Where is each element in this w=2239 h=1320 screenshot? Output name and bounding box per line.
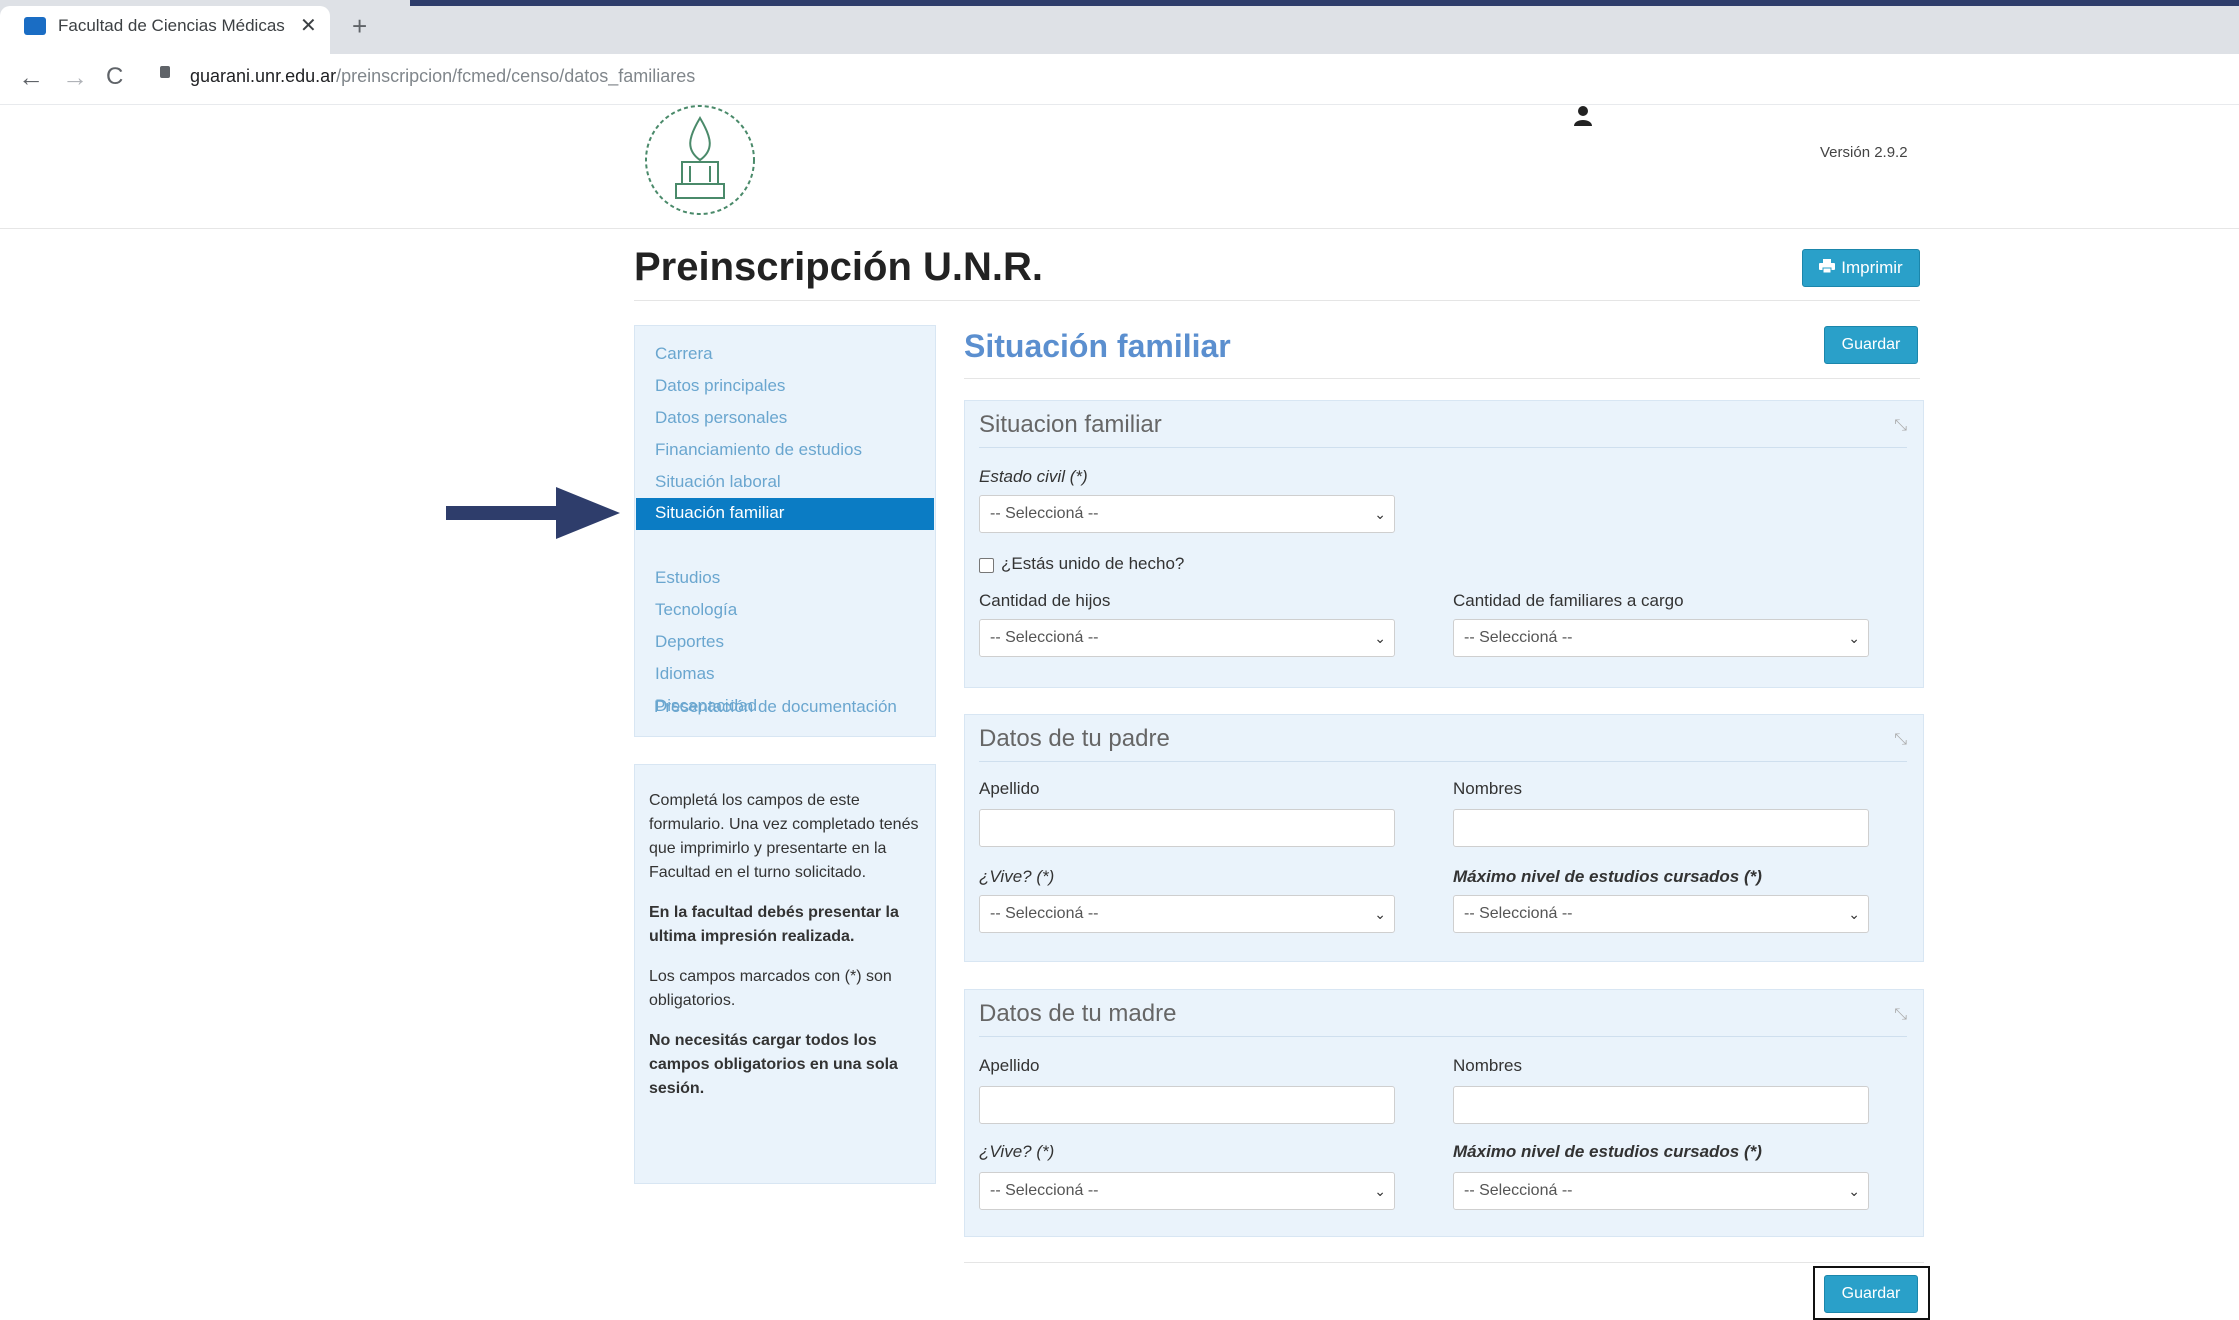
panel-datos-padre: Datos de tu padre ⤡ Apellido Nombres ¿Vi… <box>964 714 1924 962</box>
url-host: guarani.unr.edu.ar <box>190 66 337 86</box>
help-instructions: Completá los campos de este formulario. … <box>649 792 919 881</box>
cantidad-hijos-label: Cantidad de hijos <box>979 591 1111 610</box>
back-icon[interactable]: ← <box>18 62 44 93</box>
divider <box>979 447 1907 448</box>
window-accent-bar <box>410 0 2239 6</box>
estudios-padre-select[interactable]: -- Seleccioná -- ⌄ <box>1453 895 1869 933</box>
vive-padre-label: ¿Vive? (*) <box>979 867 1055 886</box>
sidebar-item-situacion-familiar[interactable]: Situación familiar <box>636 498 934 530</box>
chevron-down-icon: ⌄ <box>1848 906 1860 922</box>
user-icon[interactable] <box>1572 104 1594 128</box>
reload-icon[interactable]: C <box>106 63 123 91</box>
forward-icon[interactable]: → <box>62 62 88 93</box>
print-button[interactable]: Imprimir <box>1802 249 1920 287</box>
estudios-madre-select[interactable]: -- Seleccioná -- ⌄ <box>1453 1172 1869 1210</box>
chevron-down-icon: ⌄ <box>1374 1183 1386 1199</box>
divider <box>634 300 1920 301</box>
chevron-down-icon: ⌄ <box>1374 906 1386 922</box>
chevron-down-icon: ⌄ <box>1848 1183 1860 1199</box>
url-path: /preinscripcion/fcmed/censo/datos_famili… <box>336 66 696 86</box>
panel-title: Datos de tu madre <box>979 1000 1177 1027</box>
chevron-down-icon: ⌄ <box>1374 506 1386 522</box>
nombres-madre-input[interactable] <box>1453 1086 1869 1124</box>
union-de-hecho-label: ¿Estás unido de hecho? <box>1001 554 1185 573</box>
nombres-madre-label: Nombres <box>1453 1056 1522 1075</box>
select-value: -- Seleccioná -- <box>1464 1182 1573 1199</box>
sidebar-item-label: Situación familiar <box>655 503 785 522</box>
site-header <box>0 104 2239 229</box>
annotation-arrow-icon <box>556 487 620 539</box>
collapse-toggle-icon[interactable]: ⤡ <box>1894 417 1907 435</box>
sidebar-item-tecnologia[interactable]: Tecnología <box>655 600 737 620</box>
sidebar-item-carrera[interactable]: Carrera <box>655 344 713 364</box>
sidebar-item-deportes[interactable]: Deportes <box>655 632 724 652</box>
save-button-bottom[interactable]: Guardar <box>1824 1275 1918 1313</box>
select-value: -- Seleccioná -- <box>1464 629 1573 646</box>
url-field[interactable]: guarani.unr.edu.ar/preinscripcion/fcmed/… <box>190 66 695 87</box>
apellido-padre-input[interactable] <box>979 809 1395 847</box>
annotation-arrow-shaft <box>446 506 564 520</box>
version-label: Versión 2.9.2 <box>1820 144 1908 161</box>
panel-situacion-familiar: Situacion familiar ⤡ Estado civil (*) --… <box>964 400 1924 688</box>
help-required-note: Los campos marcados con (*) son obligato… <box>649 968 892 1009</box>
familiares-a-cargo-label: Cantidad de familiares a cargo <box>1453 591 1684 610</box>
apellido-padre-label: Apellido <box>979 779 1040 798</box>
chevron-down-icon: ⌄ <box>1374 630 1386 646</box>
apellido-madre-label: Apellido <box>979 1056 1040 1075</box>
sidebar-item-estudios[interactable]: Estudios <box>655 568 720 588</box>
sidebar-item-situacion-laboral[interactable]: Situación laboral <box>655 472 781 492</box>
select-value: -- Seleccioná -- <box>1464 905 1573 922</box>
help-session-note: No necesitás cargar todos los campos obl… <box>649 1032 898 1097</box>
vive-madre-label: ¿Vive? (*) <box>979 1142 1055 1161</box>
nombres-padre-label: Nombres <box>1453 779 1522 798</box>
print-button-label: Imprimir <box>1841 258 1903 277</box>
collapse-toggle-icon[interactable]: ⤡ <box>1894 1006 1907 1024</box>
divider <box>964 1262 1924 1263</box>
help-print-note: En la facultad debés presentar la ultima… <box>649 904 899 945</box>
save-button-top[interactable]: Guardar <box>1824 326 1918 364</box>
sidebar-item-datos-principales[interactable]: Datos principales <box>655 376 785 396</box>
select-value: -- Seleccioná -- <box>990 505 1099 522</box>
estudios-padre-label: Máximo nivel de estudios cursados (*) <box>1453 867 1762 886</box>
page-title: Preinscripción U.N.R. <box>634 245 1043 289</box>
select-value: -- Seleccioná -- <box>990 1182 1099 1199</box>
collapse-toggle-icon[interactable]: ⤡ <box>1894 731 1907 749</box>
sidebar-item-financiamiento[interactable]: Financiamiento de estudios <box>655 440 862 460</box>
close-tab-icon[interactable]: ✕ <box>300 13 317 38</box>
select-value: -- Seleccioná -- <box>990 905 1099 922</box>
university-logo <box>630 98 770 218</box>
sidebar-nav: Carrera Datos principales Datos personal… <box>634 325 936 737</box>
panel-title: Datos de tu padre <box>979 725 1170 752</box>
lock-icon[interactable] <box>160 66 170 78</box>
sidebar-item-idiomas[interactable]: Idiomas <box>655 664 715 684</box>
site-favicon-icon <box>24 17 46 35</box>
help-box: Completá los campos de este formulario. … <box>634 764 936 1184</box>
nombres-padre-input[interactable] <box>1453 809 1869 847</box>
cantidad-hijos-select[interactable]: -- Seleccioná -- ⌄ <box>979 619 1395 657</box>
sidebar-item-presentacion-documentacion[interactable]: Presentación de documentación <box>654 697 897 717</box>
divider <box>979 761 1907 762</box>
union-de-hecho-checkbox[interactable] <box>979 558 994 573</box>
panel-datos-madre: Datos de tu madre ⤡ Apellido Nombres ¿Vi… <box>964 989 1924 1237</box>
divider <box>979 1036 1907 1037</box>
apellido-madre-input[interactable] <box>979 1086 1395 1124</box>
tab-title[interactable]: Facultad de Ciencias Médicas - F <box>58 16 288 36</box>
estado-civil-select[interactable]: -- Seleccioná -- ⌄ <box>979 495 1395 533</box>
vive-madre-select[interactable]: -- Seleccioná -- ⌄ <box>979 1172 1395 1210</box>
familiares-a-cargo-select[interactable]: -- Seleccioná -- ⌄ <box>1453 619 1869 657</box>
section-title: Situación familiar <box>964 328 1231 364</box>
select-value: -- Seleccioná -- <box>990 629 1099 646</box>
new-tab-icon[interactable]: + <box>352 11 367 42</box>
vive-padre-select[interactable]: -- Seleccioná -- ⌄ <box>979 895 1395 933</box>
estado-civil-label: Estado civil (*) <box>979 467 1088 486</box>
sidebar-item-datos-personales[interactable]: Datos personales <box>655 408 787 428</box>
chevron-down-icon: ⌄ <box>1848 630 1860 646</box>
browser-tabstrip <box>0 0 2239 54</box>
printer-icon <box>1819 258 1836 278</box>
divider <box>964 378 1920 379</box>
estudios-madre-label: Máximo nivel de estudios cursados (*) <box>1453 1142 1762 1161</box>
panel-title: Situacion familiar <box>979 411 1162 438</box>
